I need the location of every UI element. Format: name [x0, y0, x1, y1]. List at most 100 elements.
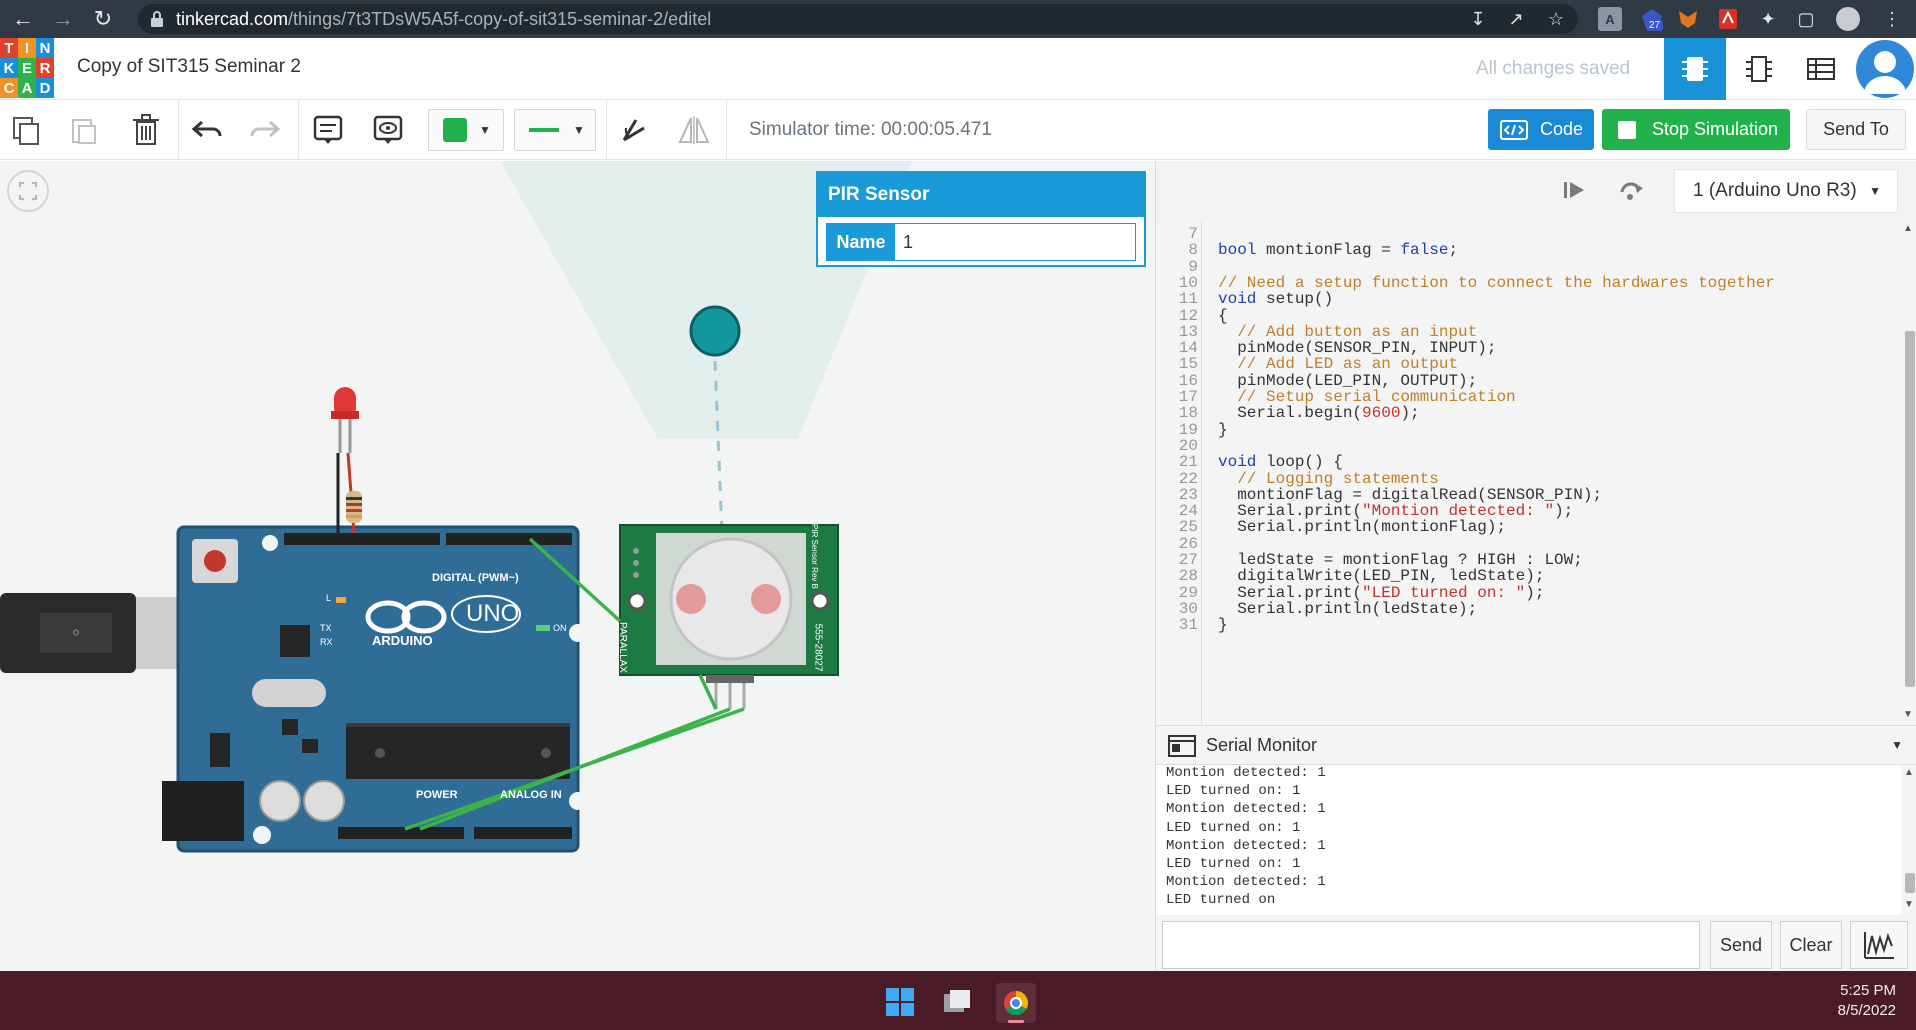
note-icon[interactable] [308, 110, 348, 150]
task-view-icon[interactable] [942, 988, 972, 1021]
project-title[interactable]: Copy of SIT315 Seminar 2 [77, 56, 301, 78]
scroll-up-icon[interactable]: ▲ [1903, 223, 1913, 234]
circuit-canvas[interactable]: ⚬ DIGITAL (PWM~) ARDUINO UNO POWER ANALO… [0, 161, 1155, 971]
serial-monitor-icon [1168, 735, 1196, 757]
wire-type-dropdown[interactable]: ▼ [514, 109, 596, 151]
name-label: Name [827, 224, 895, 260]
logo-letter: A [18, 78, 36, 98]
reload-icon[interactable]: ↻ [84, 0, 122, 38]
board-label-on: ON [553, 623, 567, 633]
windows-start-icon[interactable] [886, 988, 914, 1021]
puzzle-icon[interactable]: ✦ [1756, 7, 1780, 31]
stop-simulation-button[interactable]: Stop Simulation [1602, 109, 1790, 150]
serial-send-button[interactable]: Send [1710, 921, 1772, 969]
logo-letter: R [36, 58, 54, 78]
clock-date: 8/5/2022 [1837, 1002, 1896, 1019]
flip-icon[interactable] [674, 110, 714, 150]
serial-plotter-button[interactable] [1850, 921, 1908, 969]
browser-menu-icon[interactable]: ⋮ [1880, 7, 1904, 31]
graph-icon [1864, 932, 1894, 959]
metamask-icon[interactable] [1676, 7, 1700, 31]
sensor-label-parallax: PARALLAX [616, 622, 628, 673]
serial-input[interactable] [1162, 921, 1700, 969]
serial-scrollbar[interactable]: ▲ ▼ [1901, 765, 1916, 915]
editor-scrollbar[interactable]: ▲ ▼ [1901, 221, 1916, 725]
system-clock[interactable]: 5:25 PM 8/5/2022 [1838, 981, 1896, 1021]
stop-icon [1618, 120, 1636, 139]
pir-sensor-inspector: PIR Sensor Name [816, 171, 1146, 267]
install-icon[interactable]: ↧ [1466, 7, 1490, 31]
step-over-icon[interactable] [1618, 178, 1644, 207]
serial-input-row: Send Clear [1156, 915, 1916, 971]
side-panel-icon[interactable]: ▢ [1794, 7, 1818, 31]
pdf-icon[interactable] [1716, 7, 1740, 31]
schematic-view-tab[interactable] [1728, 38, 1790, 100]
step-forward-icon[interactable] [1562, 179, 1586, 206]
user-avatar[interactable] [1856, 40, 1914, 98]
toolbar-divider [726, 100, 727, 160]
os-taskbar: 5:25 PM 8/5/2022 [0, 971, 1916, 1030]
device-selector-value: 1 (Arduino Uno R3) [1693, 180, 1857, 201]
code-button[interactable]: Code [1488, 109, 1594, 150]
serial-output-line: LED turned on [1166, 892, 1276, 909]
serial-output-line: LED turned on: 1 [1166, 783, 1301, 800]
color-swatch [443, 118, 467, 142]
power-jack [162, 781, 244, 841]
share-icon[interactable]: ↗ [1504, 7, 1528, 31]
logo-letter: T [0, 38, 18, 58]
inspector-title: PIR Sensor [818, 173, 1144, 217]
board-label-arduino: ARDUINO [372, 633, 433, 648]
profile-icon[interactable] [1836, 7, 1860, 31]
address-bar[interactable]: tinkercad.com/things/7t3TDsW5A5f-copy-of… [138, 4, 1578, 34]
color-picker-dropdown[interactable]: ▼ [428, 109, 504, 151]
stop-simulation-label: Stop Simulation [1652, 119, 1779, 139]
tinkercad-logo[interactable]: T I N K E R C A D [0, 38, 54, 98]
chevron-down-icon: ▼ [573, 123, 585, 137]
device-selector[interactable]: 1 (Arduino Uno R3) ▼ [1674, 169, 1898, 213]
component-list-tab[interactable] [1790, 38, 1852, 100]
circuit-icon [1682, 57, 1708, 81]
extension-icon[interactable]: A [1598, 7, 1622, 31]
notes-visibility-icon[interactable] [368, 110, 408, 150]
name-input[interactable] [895, 224, 1135, 260]
chevron-down-icon[interactable]: ▼ [1891, 738, 1903, 752]
code-editor[interactable]: 7 8 bool montionFlag = false; 9 10// Need a … [1156, 221, 1916, 725]
scrollbar-thumb[interactable] [1905, 873, 1915, 893]
board-label-digital: DIGITAL (PWM~) [432, 572, 519, 584]
copy-icon[interactable] [6, 110, 46, 150]
serial-monitor-header[interactable]: Serial Monitor ▼ [1156, 725, 1916, 765]
scrollbar-thumb[interactable] [1905, 331, 1915, 687]
code-line[interactable]: 31} [1156, 615, 1896, 635]
back-icon[interactable]: ← [4, 0, 42, 38]
redo-icon[interactable] [245, 110, 285, 150]
forward-icon[interactable]: → [44, 0, 82, 38]
line-number: 31 [1178, 616, 1198, 635]
rotate-icon[interactable] [614, 110, 654, 150]
toolbar-divider [606, 100, 607, 160]
logo-letter: N [36, 38, 54, 58]
clock-time: 5:25 PM [1840, 982, 1896, 999]
resistor [346, 491, 362, 523]
sensor-label-title: PIR Sensor Rev B [809, 524, 819, 589]
scroll-down-icon[interactable]: ▼ [1904, 899, 1914, 910]
scroll-down-icon[interactable]: ▼ [1903, 709, 1913, 720]
circuit-view-tab[interactable] [1664, 38, 1726, 100]
serial-clear-button[interactable]: Clear [1780, 921, 1842, 969]
delete-icon[interactable] [126, 110, 166, 150]
url-path: /things/7t3TDsW5A5f-copy-of-sit315-semin… [288, 8, 712, 29]
simulator-time: Simulator time: 00:00:05.471 [749, 119, 992, 140]
paste-icon[interactable] [64, 110, 104, 150]
undo-icon[interactable] [187, 110, 227, 150]
browser-toolbar: ← → ↻ tinkercad.com/things/7t3TDsW5A5f-c… [0, 0, 1916, 38]
code-icon [1500, 119, 1528, 140]
url-host: tinkercad.com [176, 8, 289, 29]
send-to-button[interactable]: Send To [1806, 109, 1906, 150]
scroll-up-icon[interactable]: ▲ [1904, 767, 1914, 778]
bookmark-star-icon[interactable]: ☆ [1544, 7, 1568, 31]
logo-letter: D [36, 78, 54, 98]
logo-letter: K [0, 58, 18, 78]
chrome-taskbar-icon[interactable] [996, 983, 1036, 1023]
code-button-label: Code [1540, 119, 1584, 139]
logo-letter: C [0, 78, 18, 98]
sensor-label-model: 555-28027 [812, 623, 824, 672]
